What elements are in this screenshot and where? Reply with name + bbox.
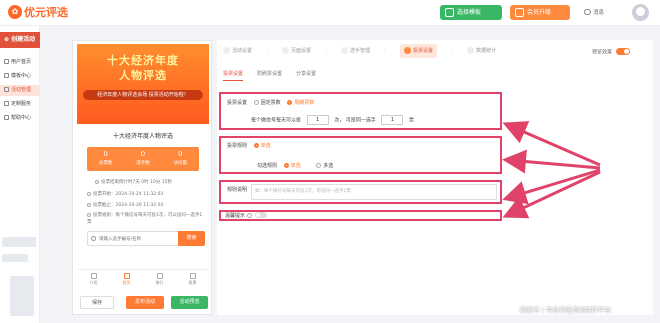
arrow-vote-setting (502, 121, 601, 167)
annotation-arrows (502, 121, 601, 219)
arrow-vote-rule (502, 149, 601, 174)
watermark: 网易号 | 专业评选活动制作平台 (520, 306, 611, 314)
